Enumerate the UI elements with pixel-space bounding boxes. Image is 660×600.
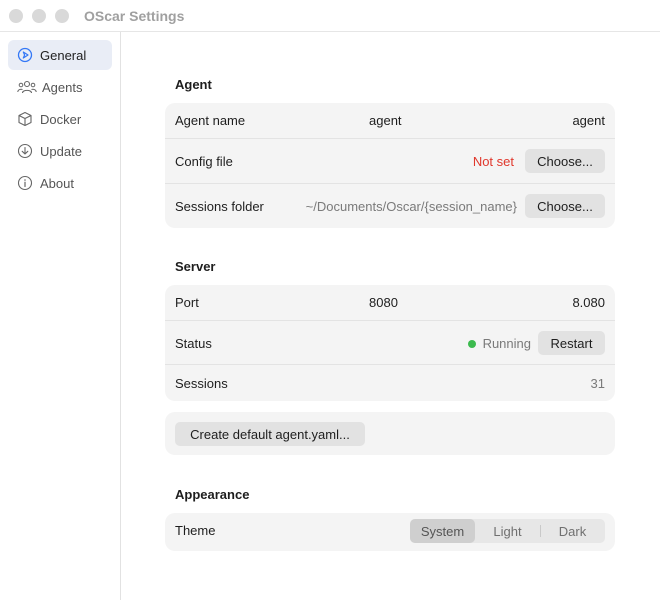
theme-option-light[interactable]: Light — [475, 519, 540, 543]
create-default-card: Create default agent.yaml... — [165, 412, 615, 455]
config-file-row: Config file Not set Choose... — [165, 139, 615, 184]
status-value: Running — [482, 336, 531, 351]
title-bar: OScar Settings — [0, 0, 660, 32]
sidebar-item-label: Docker — [40, 111, 82, 127]
appearance-section-title: Appearance — [175, 487, 250, 502]
agent-name-label: Agent name — [175, 113, 246, 128]
sidebar-item-label: About — [40, 175, 74, 191]
theme-label: Theme — [175, 523, 216, 538]
port-label: Port — [175, 295, 199, 310]
sessions-folder-label: Sessions folder — [175, 199, 264, 214]
sessions-folder-row: Sessions folder ~/Documents/Oscar/{sessi… — [165, 184, 615, 228]
agent-card: Agent name agent agent Config file Not s… — [165, 103, 615, 228]
sidebar-item-general[interactable]: General — [8, 40, 112, 70]
zoom-window-button[interactable] — [55, 9, 69, 23]
main-content: Agent Agent name agent agent Config file… — [121, 32, 660, 600]
close-window-button[interactable] — [9, 9, 23, 23]
config-choose-button[interactable]: Choose... — [525, 149, 605, 173]
server-card: Port 8080 8.080 Status Running Restart S… — [165, 285, 615, 401]
sessions-count: 31 — [590, 376, 605, 391]
port-input[interactable]: 8080 — [369, 295, 398, 310]
agent-name-input[interactable]: agent — [369, 113, 402, 128]
status-row: Status Running Restart — [165, 321, 615, 365]
agent-name-value: agent — [572, 113, 605, 128]
config-file-status: Not set — [472, 154, 514, 169]
sidebar-item-update[interactable]: Update — [8, 136, 112, 166]
port-value: 8.080 — [572, 295, 605, 310]
theme-row: Theme System Light Dark — [165, 513, 615, 551]
sidebar-item-label: Agents — [42, 79, 83, 95]
sidebar-item-docker[interactable]: Docker — [8, 104, 112, 134]
sidebar-item-about[interactable]: About — [8, 168, 112, 198]
create-default-button[interactable]: Create default agent.yaml... — [175, 422, 365, 446]
people-icon — [17, 80, 37, 94]
agent-section-title: Agent — [175, 77, 212, 92]
config-file-label: Config file — [175, 154, 233, 169]
agent-name-row: Agent name agent agent — [165, 103, 615, 139]
sessions-choose-button[interactable]: Choose... — [525, 194, 605, 218]
sidebar-item-label: Update — [40, 143, 82, 159]
general-icon — [17, 47, 33, 63]
sessions-label: Sessions — [175, 376, 228, 391]
theme-option-dark[interactable]: Dark — [540, 519, 605, 543]
window-title: OScar Settings — [84, 8, 185, 24]
download-icon — [17, 143, 33, 159]
status-indicator — [468, 340, 476, 348]
status-label: Status — [175, 336, 212, 351]
appearance-card: Theme System Light Dark — [165, 513, 615, 551]
restart-button[interactable]: Restart — [538, 331, 605, 355]
port-row: Port 8080 8.080 — [165, 285, 615, 321]
minimize-window-button[interactable] — [32, 9, 46, 23]
cube-icon — [18, 111, 32, 127]
server-section-title: Server — [175, 259, 216, 274]
sidebar: General Agents Docker Update About — [0, 32, 121, 600]
sessions-folder-path: ~/Documents/Oscar/{session_name} — [305, 199, 517, 214]
theme-segmented-control: System Light Dark — [410, 519, 605, 543]
sessions-row: Sessions 31 — [165, 365, 615, 401]
info-icon — [17, 175, 33, 191]
theme-option-system[interactable]: System — [410, 519, 475, 543]
sidebar-item-agents[interactable]: Agents — [8, 72, 112, 102]
sidebar-item-label: General — [40, 47, 87, 63]
